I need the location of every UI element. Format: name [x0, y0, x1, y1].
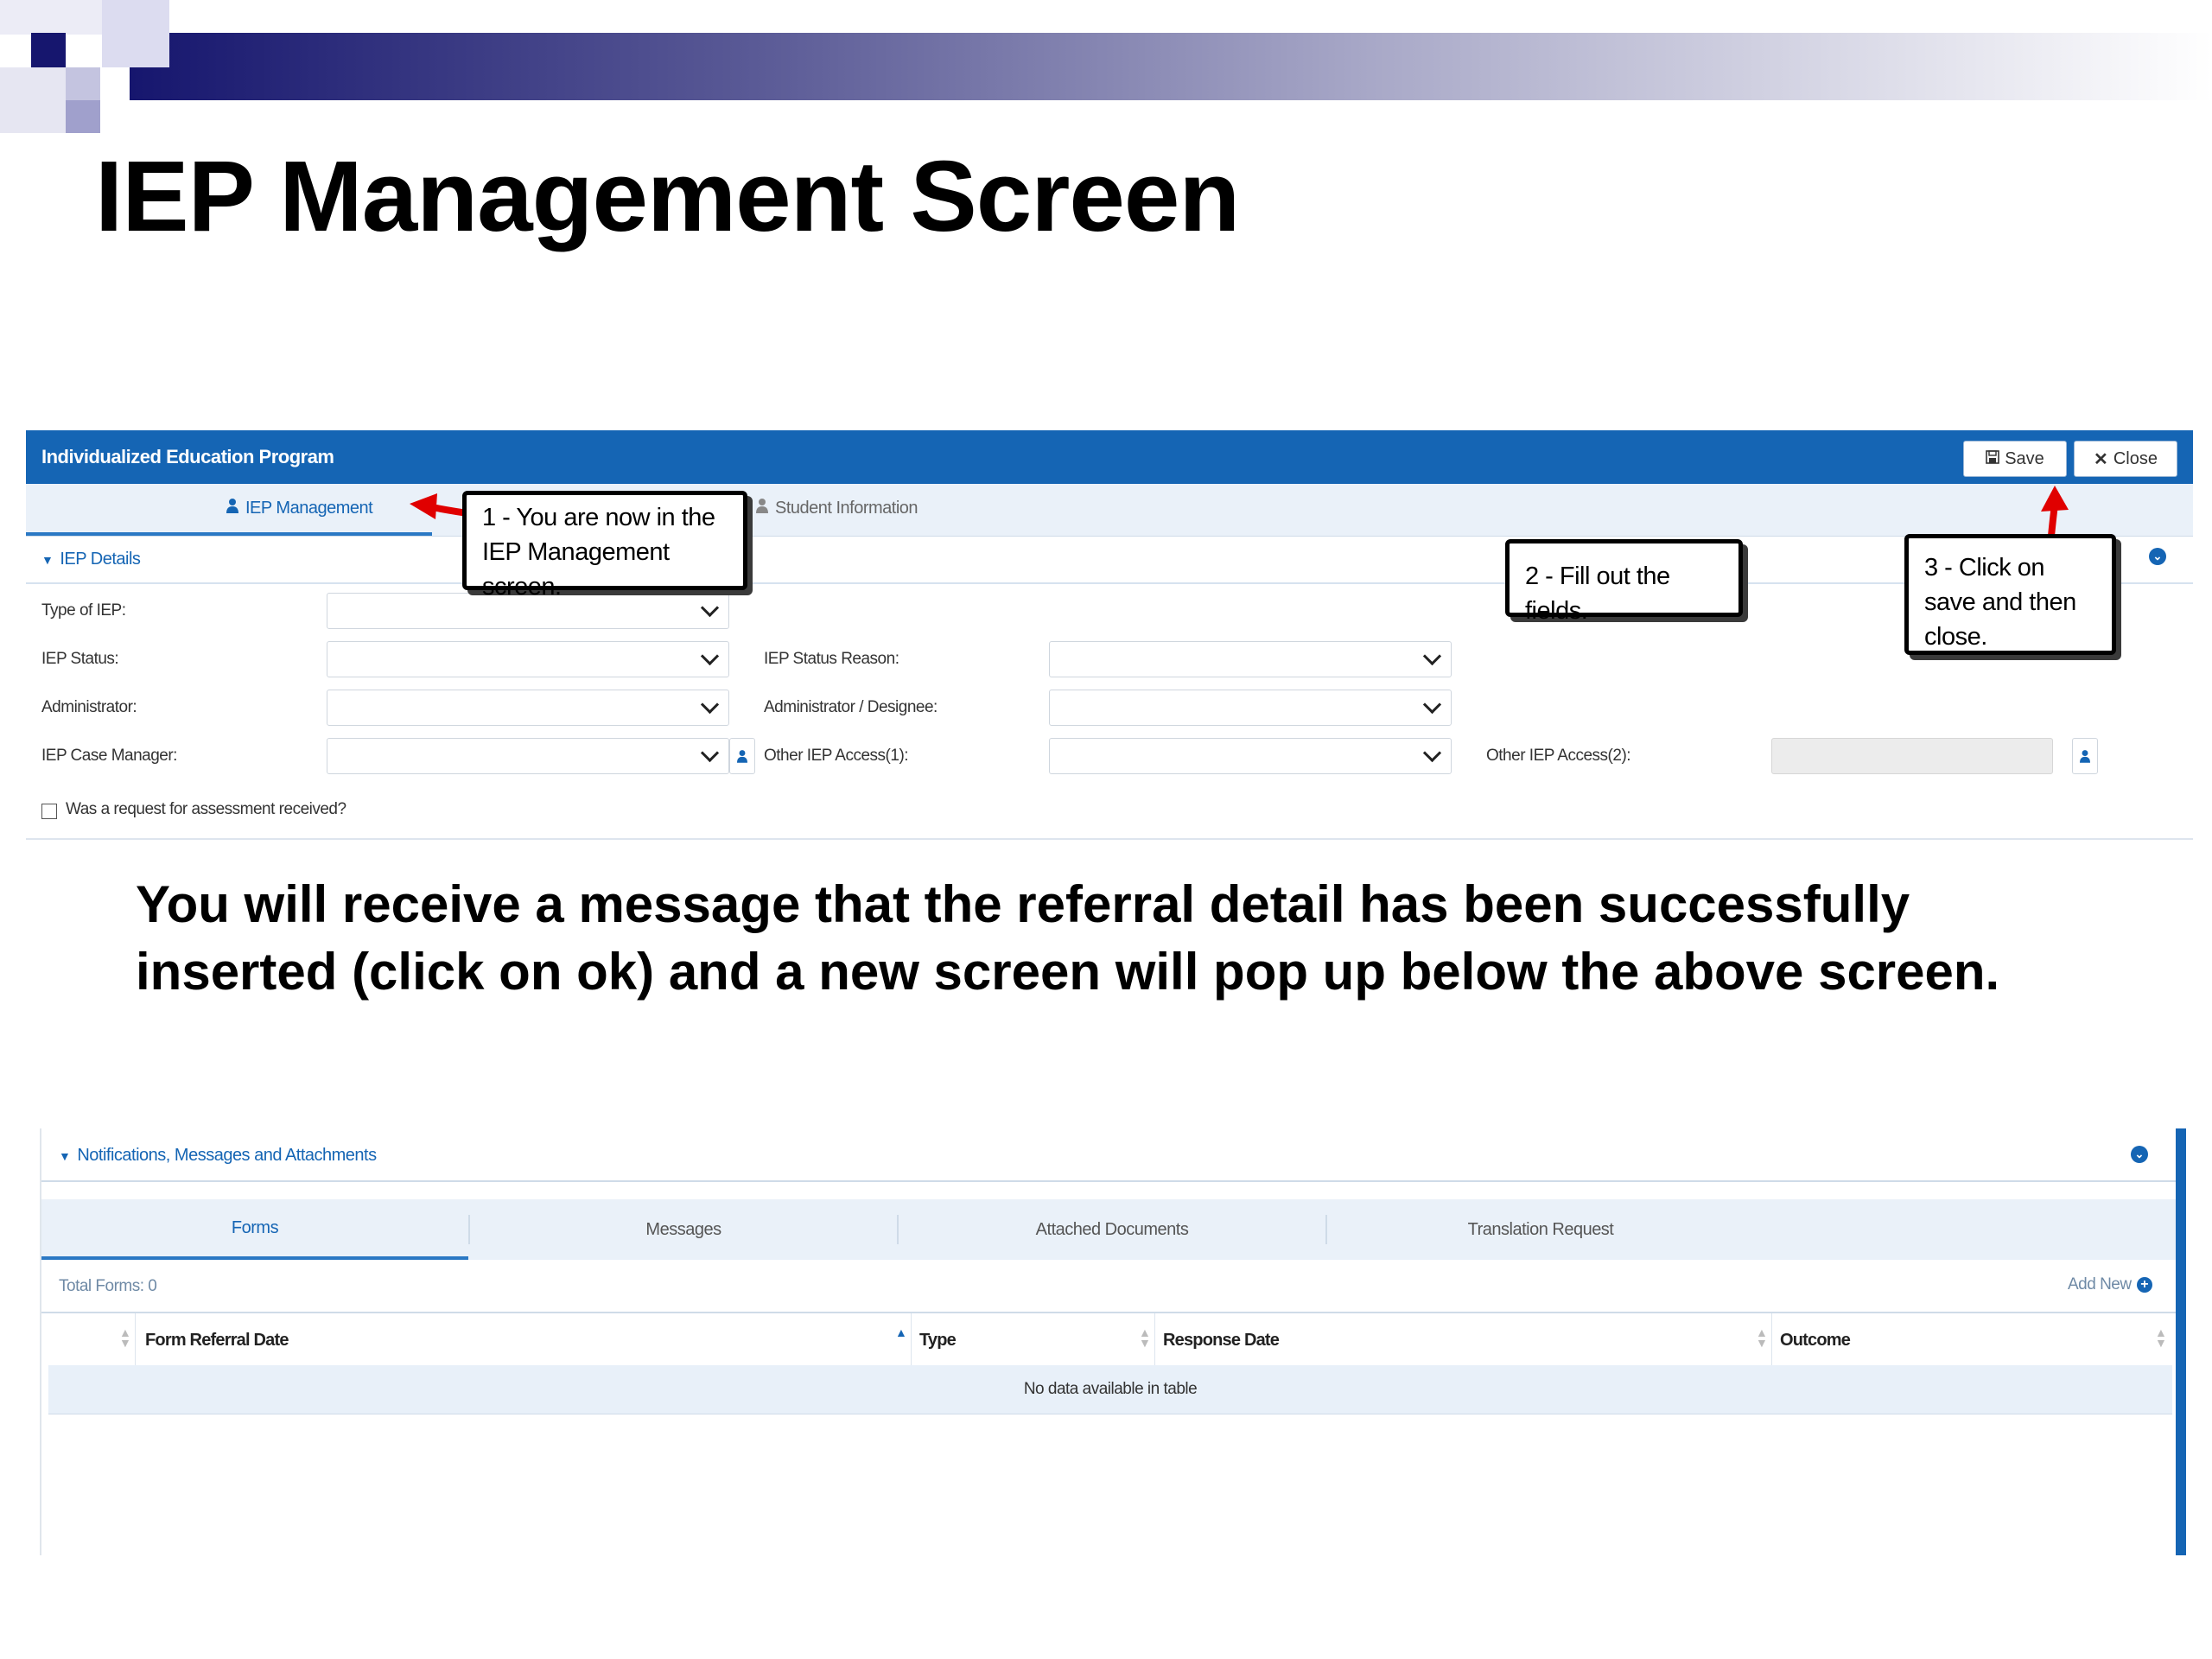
collapse-toggle-icon[interactable]: ⌄: [2149, 548, 2166, 565]
column-header-form-referral-date[interactable]: Form Referral Date: [145, 1331, 289, 1351]
decorative-square: [66, 100, 100, 133]
other-iep-access-2-input[interactable]: [1771, 738, 2053, 774]
column-separator: [1771, 1313, 1772, 1365]
user-icon: [737, 750, 747, 763]
section-title: ▼ Notifications, Messages and Attachment…: [59, 1146, 377, 1166]
decorative-square: [66, 67, 100, 100]
app-header: Individualized Education Program Save ✕ …: [26, 430, 2193, 484]
add-new-button[interactable]: Add New +: [2068, 1275, 2152, 1294]
chevron-down-icon: [700, 646, 720, 666]
iep-status-select[interactable]: [327, 641, 729, 677]
iep-details-section-header[interactable]: ▼ IEP Details ⌄: [26, 536, 2193, 584]
section-title-text: IEP Details: [60, 550, 141, 569]
column-separator: [135, 1313, 136, 1365]
iep-panel: Individualized Education Program Save ✕ …: [26, 430, 2193, 841]
column-separator: [1154, 1313, 1155, 1365]
iep-tab-bar: IEP Management Student Information: [26, 484, 2193, 537]
iep-case-manager-label: IEP Case Manager:: [41, 747, 177, 765]
chevron-down-icon: [1422, 695, 1442, 715]
sort-ascending-icon[interactable]: ▲: [895, 1326, 907, 1338]
sort-icon[interactable]: ▲ ▼: [119, 1326, 131, 1349]
slide-caption: You will receive a message that the refe…: [136, 875, 2000, 1001]
section-title-text: Notifications, Messages and Attachments: [77, 1146, 377, 1165]
save-icon: [1986, 449, 2000, 469]
iep-status-reason-label: IEP Status Reason:: [764, 650, 899, 668]
close-button[interactable]: ✕ Close: [2074, 441, 2177, 477]
decorative-square: [102, 0, 169, 67]
save-label: Save: [2005, 448, 2044, 468]
chevron-down-icon: [700, 598, 720, 618]
other-iep-access-1-select[interactable]: [1049, 738, 1452, 774]
user-icon: [226, 498, 238, 518]
tab-forms[interactable]: Forms: [41, 1199, 468, 1260]
tab-messages[interactable]: Messages: [470, 1199, 897, 1260]
column-header-type[interactable]: Type: [919, 1331, 957, 1351]
sort-icon[interactable]: ▲ ▼: [1139, 1326, 1151, 1349]
iep-status-reason-select[interactable]: [1049, 641, 1452, 677]
chevron-down-icon: [1422, 646, 1442, 666]
divider: [26, 838, 2193, 840]
forms-table-header: ▲ ▼ Form Referral Date ▲ Type ▲ ▼ Response…: [48, 1313, 2172, 1366]
other-iep-access-2-label: Other IEP Access(2):: [1486, 747, 1631, 765]
sort-icon[interactable]: ▲ ▼: [2155, 1326, 2167, 1349]
table-empty-row: No data available in table: [48, 1365, 2172, 1414]
administrator-designee-select[interactable]: [1049, 690, 1452, 726]
scrollbar[interactable]: [2176, 1128, 2186, 1555]
notifications-panel: ▼ Notifications, Messages and Attachment…: [40, 1128, 2179, 1555]
total-forms-count: Total Forms: 0: [59, 1277, 157, 1295]
tab-attached-documents[interactable]: Attached Documents: [899, 1199, 1325, 1260]
tab-student-information[interactable]: Student Information: [756, 498, 918, 518]
user-icon: [756, 498, 768, 518]
case-manager-lookup-button[interactable]: [729, 738, 755, 774]
slide-title: IEP Management Screen: [95, 140, 1240, 252]
callout-step-2: 2 - Fill out the fields.: [1505, 539, 1743, 625]
user-icon: [2080, 750, 2090, 763]
notifications-section-header[interactable]: ▼ Notifications, Messages and Attachment…: [41, 1128, 2179, 1182]
tab-translation-request[interactable]: Translation Request: [1327, 1199, 1754, 1260]
tab-iep-management[interactable]: IEP Management: [226, 498, 373, 518]
chevron-down-icon: [700, 695, 720, 715]
decorative-gradient-bar: [130, 33, 2212, 100]
callout-step-1: 1 - You are now in the IEP Management sc…: [462, 491, 747, 601]
save-button[interactable]: Save: [1963, 441, 2067, 477]
tab-label: Forms: [231, 1217, 279, 1237]
add-new-label: Add New: [2068, 1275, 2132, 1294]
iep-case-manager-select[interactable]: [327, 738, 729, 774]
section-title: ▼ IEP Details: [41, 550, 141, 569]
tab-label: IEP Management: [245, 498, 373, 518]
decorative-square: [31, 33, 66, 67]
tab-label: Messages: [645, 1219, 721, 1239]
callout-arrow-3: [2041, 486, 2069, 536]
administrator-select[interactable]: [327, 690, 729, 726]
close-label: Close: [2113, 448, 2158, 468]
sort-icon[interactable]: ▲ ▼: [1756, 1326, 1768, 1349]
plus-circle-icon: +: [2136, 1277, 2152, 1293]
callout-step-3: 3 - Click on save and then close.: [1904, 534, 2116, 655]
chevron-down-icon: [700, 743, 720, 763]
tab-label: Translation Request: [1467, 1219, 1614, 1239]
chevron-down-icon: [1422, 743, 1442, 763]
type-of-iep-label: Type of IEP:: [41, 601, 126, 620]
column-separator: [911, 1313, 912, 1365]
assessment-request-checkbox[interactable]: [41, 804, 57, 819]
column-header-outcome[interactable]: Outcome: [1780, 1331, 1851, 1351]
administrator-label: Administrator:: [41, 698, 137, 716]
decorative-square: [0, 67, 66, 133]
administrator-designee-label: Administrator / Designee:: [764, 698, 938, 716]
notifications-tab-bar: Forms Messages Attached Documents Transl…: [41, 1199, 2179, 1260]
tab-label: Student Information: [775, 498, 918, 518]
iep-status-label: IEP Status:: [41, 650, 119, 668]
close-icon: ✕: [2094, 449, 2108, 469]
app-title: Individualized Education Program: [41, 446, 334, 467]
tab-label: Attached Documents: [1035, 1219, 1189, 1239]
other-iep-access-1-label: Other IEP Access(1):: [764, 747, 909, 765]
caret-down-icon: ▼: [41, 552, 54, 567]
column-header-response-date[interactable]: Response Date: [1163, 1331, 1280, 1351]
other-access-lookup-button[interactable]: [2072, 738, 2098, 774]
assessment-request-label: Was a request for assessment received?: [66, 800, 346, 818]
decorative-square: [0, 0, 102, 35]
collapse-toggle-icon[interactable]: ⌄: [2131, 1146, 2148, 1163]
caret-down-icon: ▼: [59, 1148, 71, 1163]
